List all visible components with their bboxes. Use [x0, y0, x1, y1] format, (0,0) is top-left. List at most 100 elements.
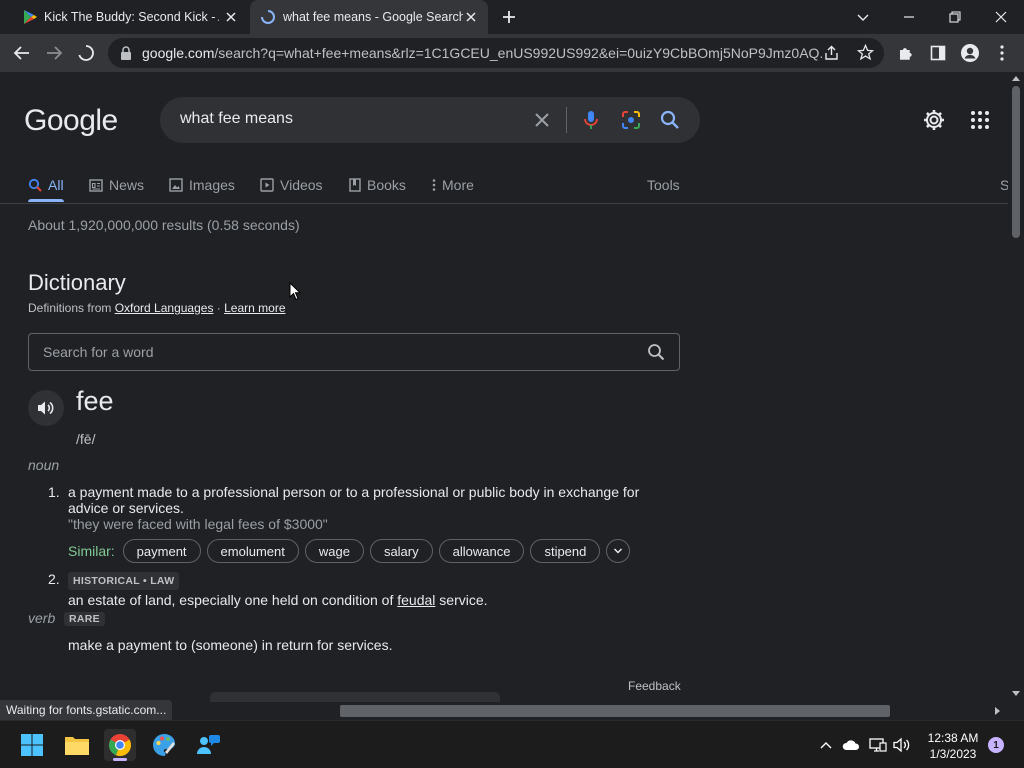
similar-chip[interactable]: wage — [304, 539, 364, 563]
image-icon — [169, 178, 183, 192]
search-results-page: Google what fee means All News Images Vi… — [0, 72, 1008, 702]
vertical-scrollbar[interactable] — [1008, 72, 1024, 702]
expand-similar-button[interactable] — [606, 539, 631, 563]
google-apps-icon[interactable] — [970, 110, 990, 130]
pronunciation-button[interactable] — [28, 390, 64, 426]
onedrive-icon[interactable] — [841, 735, 861, 755]
tab-more[interactable]: More — [432, 172, 474, 198]
tools-button[interactable]: Tools — [647, 172, 680, 198]
tab-title: Kick The Buddy: Second Kick - Ap — [44, 10, 219, 24]
definition-example: "they were faced with legal fees of $300… — [68, 516, 328, 532]
chrome-menu-button[interactable] — [990, 41, 1014, 65]
similar-chip[interactable]: payment — [122, 539, 201, 563]
start-button[interactable] — [16, 729, 48, 761]
chrome-taskbar-button[interactable] — [104, 729, 136, 761]
tab-all[interactable]: All — [28, 172, 64, 198]
result-stats: About 1,920,000,000 results (0.58 second… — [28, 217, 300, 233]
similar-chip[interactable]: emolument — [206, 539, 299, 563]
more-vert-icon — [1000, 45, 1004, 61]
google-logo[interactable]: Google — [24, 104, 118, 138]
clock-time: 12:38 AM — [927, 731, 979, 745]
notification-badge[interactable]: 1 — [988, 737, 1004, 753]
side-panel-button[interactable] — [926, 41, 950, 65]
support-app-button[interactable] — [192, 729, 224, 761]
tab-images[interactable]: Images — [169, 172, 235, 198]
lens-search-icon[interactable] — [619, 108, 643, 132]
similar-words: Similar: payment emolument wage salary a… — [68, 539, 631, 563]
restore-icon — [949, 11, 961, 23]
active-app-indicator — [113, 758, 127, 761]
oxford-languages-link[interactable]: Oxford Languages — [115, 301, 214, 315]
new-tab-button[interactable] — [494, 4, 524, 30]
phonetic: /fē/ — [76, 431, 96, 447]
tab-label: Videos — [280, 177, 323, 193]
tab-news[interactable]: News — [89, 172, 144, 198]
close-tab-icon[interactable] — [464, 10, 478, 24]
search-submit-icon[interactable] — [658, 108, 682, 132]
restore-button[interactable] — [940, 4, 970, 30]
chrome-icon — [108, 734, 132, 757]
back-button[interactable] — [10, 41, 34, 65]
loading-spinner-icon — [78, 45, 94, 61]
lock-icon[interactable] — [120, 46, 132, 60]
voice-search-icon[interactable] — [579, 108, 603, 132]
avatar-icon — [961, 44, 979, 62]
person-chat-icon — [197, 735, 220, 754]
search-box[interactable]: what fee means — [160, 97, 700, 143]
windows-logo-icon — [21, 734, 43, 756]
close-tab-icon[interactable] — [224, 10, 238, 24]
speaker-icon — [38, 401, 54, 415]
search-type-tabs: All News Images Videos Books More Tools … — [0, 168, 1008, 204]
similar-chip[interactable]: allowance — [438, 539, 525, 563]
scrollbar-corner — [1008, 702, 1024, 720]
network-icon[interactable] — [868, 735, 888, 755]
play-store-icon — [22, 9, 38, 25]
usage-tag: RARE — [64, 612, 105, 626]
next-section-partial — [210, 692, 500, 702]
vertical-scroll-thumb[interactable] — [1012, 86, 1020, 238]
system-clock[interactable]: 12:38 AM 1/3/2023 — [920, 730, 986, 762]
search-input[interactable]: what fee means — [180, 110, 293, 128]
similar-chip[interactable]: salary — [369, 539, 433, 563]
close-window-button[interactable] — [986, 4, 1016, 30]
chevron-down-icon — [614, 548, 623, 554]
bookmark-star-icon[interactable] — [857, 44, 874, 61]
profile-button[interactable] — [958, 41, 982, 65]
feudal-link[interactable]: feudal — [397, 592, 435, 608]
browser-tab-google-search[interactable]: what fee means - Google Search — [250, 0, 488, 34]
verb-definition: make a payment to (someone) in return fo… — [68, 637, 393, 653]
learn-more-link[interactable]: Learn more — [224, 301, 285, 315]
tab-videos[interactable]: Videos — [260, 172, 323, 198]
share-icon[interactable] — [824, 45, 840, 61]
stop-loading-button[interactable] — [74, 41, 98, 65]
file-explorer-button[interactable] — [61, 729, 93, 761]
settings-gear-icon[interactable] — [922, 108, 946, 132]
definition-1: 1. a payment made to a professional pers… — [48, 484, 688, 534]
safesearch-truncated[interactable]: S — [1000, 172, 1008, 198]
feedback-link[interactable]: Feedback — [628, 679, 681, 693]
news-icon — [89, 178, 103, 192]
horizontal-scroll-thumb[interactable] — [340, 705, 890, 717]
definition-text: a payment made to a professional person … — [68, 484, 640, 516]
scroll-right-icon — [995, 707, 1000, 715]
mouse-cursor-icon — [289, 282, 301, 301]
minimize-button[interactable] — [894, 4, 924, 30]
browser-toolbar: google.com/search?q=what+fee+means&rlz=1… — [0, 34, 1024, 72]
show-hidden-icons-button[interactable] — [816, 735, 836, 755]
clear-search-icon[interactable] — [530, 108, 554, 132]
word-search-input[interactable]: Search for a word — [28, 333, 680, 371]
tab-search-button[interactable] — [848, 4, 878, 30]
browser-tab-kick-the-buddy[interactable]: Kick The Buddy: Second Kick - Ap — [8, 0, 248, 34]
forward-button[interactable] — [42, 41, 66, 65]
similar-chip[interactable]: stipend — [530, 539, 601, 563]
chevron-up-icon — [820, 742, 832, 749]
video-icon — [260, 178, 274, 192]
search-icon[interactable] — [647, 343, 665, 361]
part-of-speech-noun: noun — [28, 457, 60, 473]
browser-tab-strip: Kick The Buddy: Second Kick - Ap what fe… — [0, 0, 1024, 34]
volume-icon[interactable] — [892, 735, 912, 755]
address-bar[interactable]: google.com/search?q=what+fee+means&rlz=1… — [108, 38, 884, 68]
extensions-button[interactable] — [894, 41, 918, 65]
tab-books[interactable]: Books — [349, 172, 406, 198]
paint-button[interactable] — [148, 729, 180, 761]
